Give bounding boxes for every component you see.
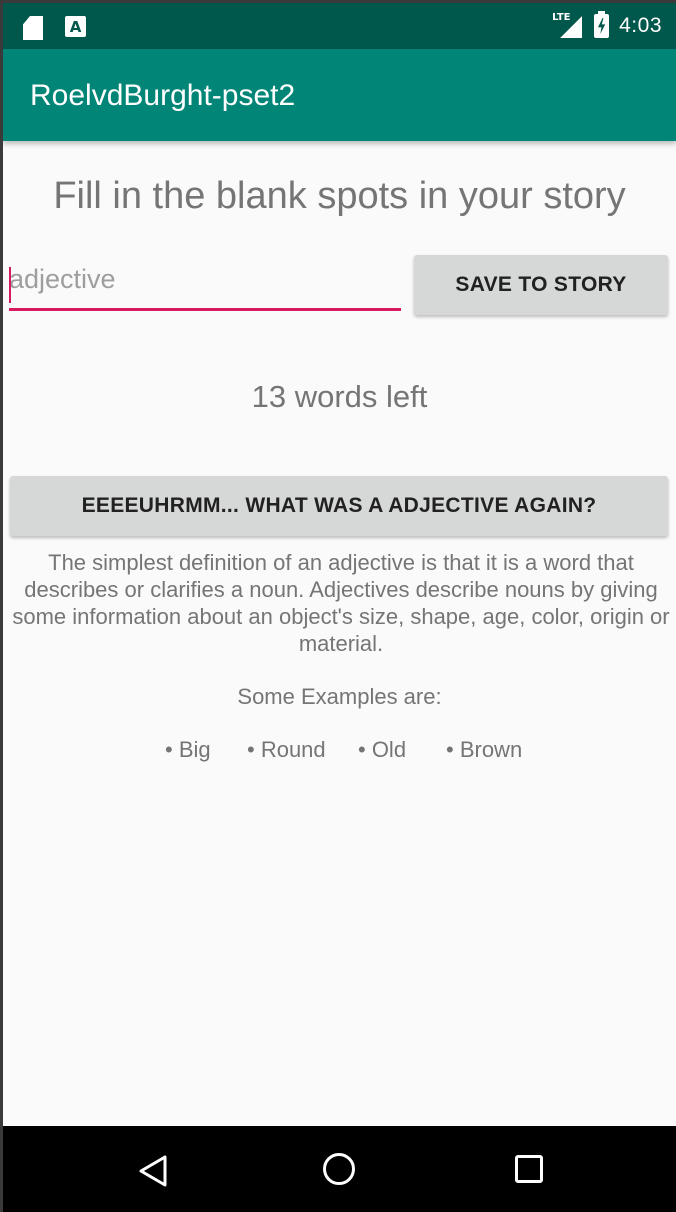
example-item: • Old [358,737,407,762]
sd-card-icon [23,16,43,40]
app-title: RoelvdBurght-pset2 [30,79,296,112]
navigation-bar [3,1126,676,1212]
examples-heading: Some Examples are: [237,684,442,709]
save-to-story-button[interactable]: SAVE TO STORY [414,255,668,315]
back-icon[interactable] [138,1154,168,1188]
a-notification-icon: A [65,16,86,37]
page-heading: Fill in the blank spots in your story [53,175,626,217]
example-item: • Brown [446,737,523,762]
text-cursor [9,267,11,303]
status-clock: 4:03 [619,14,662,37]
recent-apps-icon[interactable] [515,1155,543,1183]
definition-text: The simplest definition of an adjective … [12,550,670,656]
app-bar: RoelvdBurght-pset2 [3,49,676,141]
examples-list: • Big • Round • Old • Brown [3,737,676,765]
lte-signal-icon: LTE [552,12,583,40]
adjective-help-button[interactable]: EEEEUHRMM... WHAT WAS A ADJECTIVE AGAIN? [10,476,668,536]
word-input[interactable] [9,261,401,311]
status-bar: A LTE 4:03 [3,3,676,49]
example-item: • Round [247,737,326,762]
screen: A LTE 4:03 RoelvdBurght-pset2 Fill in th… [3,3,676,1212]
home-icon[interactable] [323,1153,355,1185]
example-item: • Big [165,737,211,762]
words-left-counter: 13 words left [251,379,428,414]
network-type-label: LTE [552,12,571,23]
battery-charging-icon [594,11,610,38]
